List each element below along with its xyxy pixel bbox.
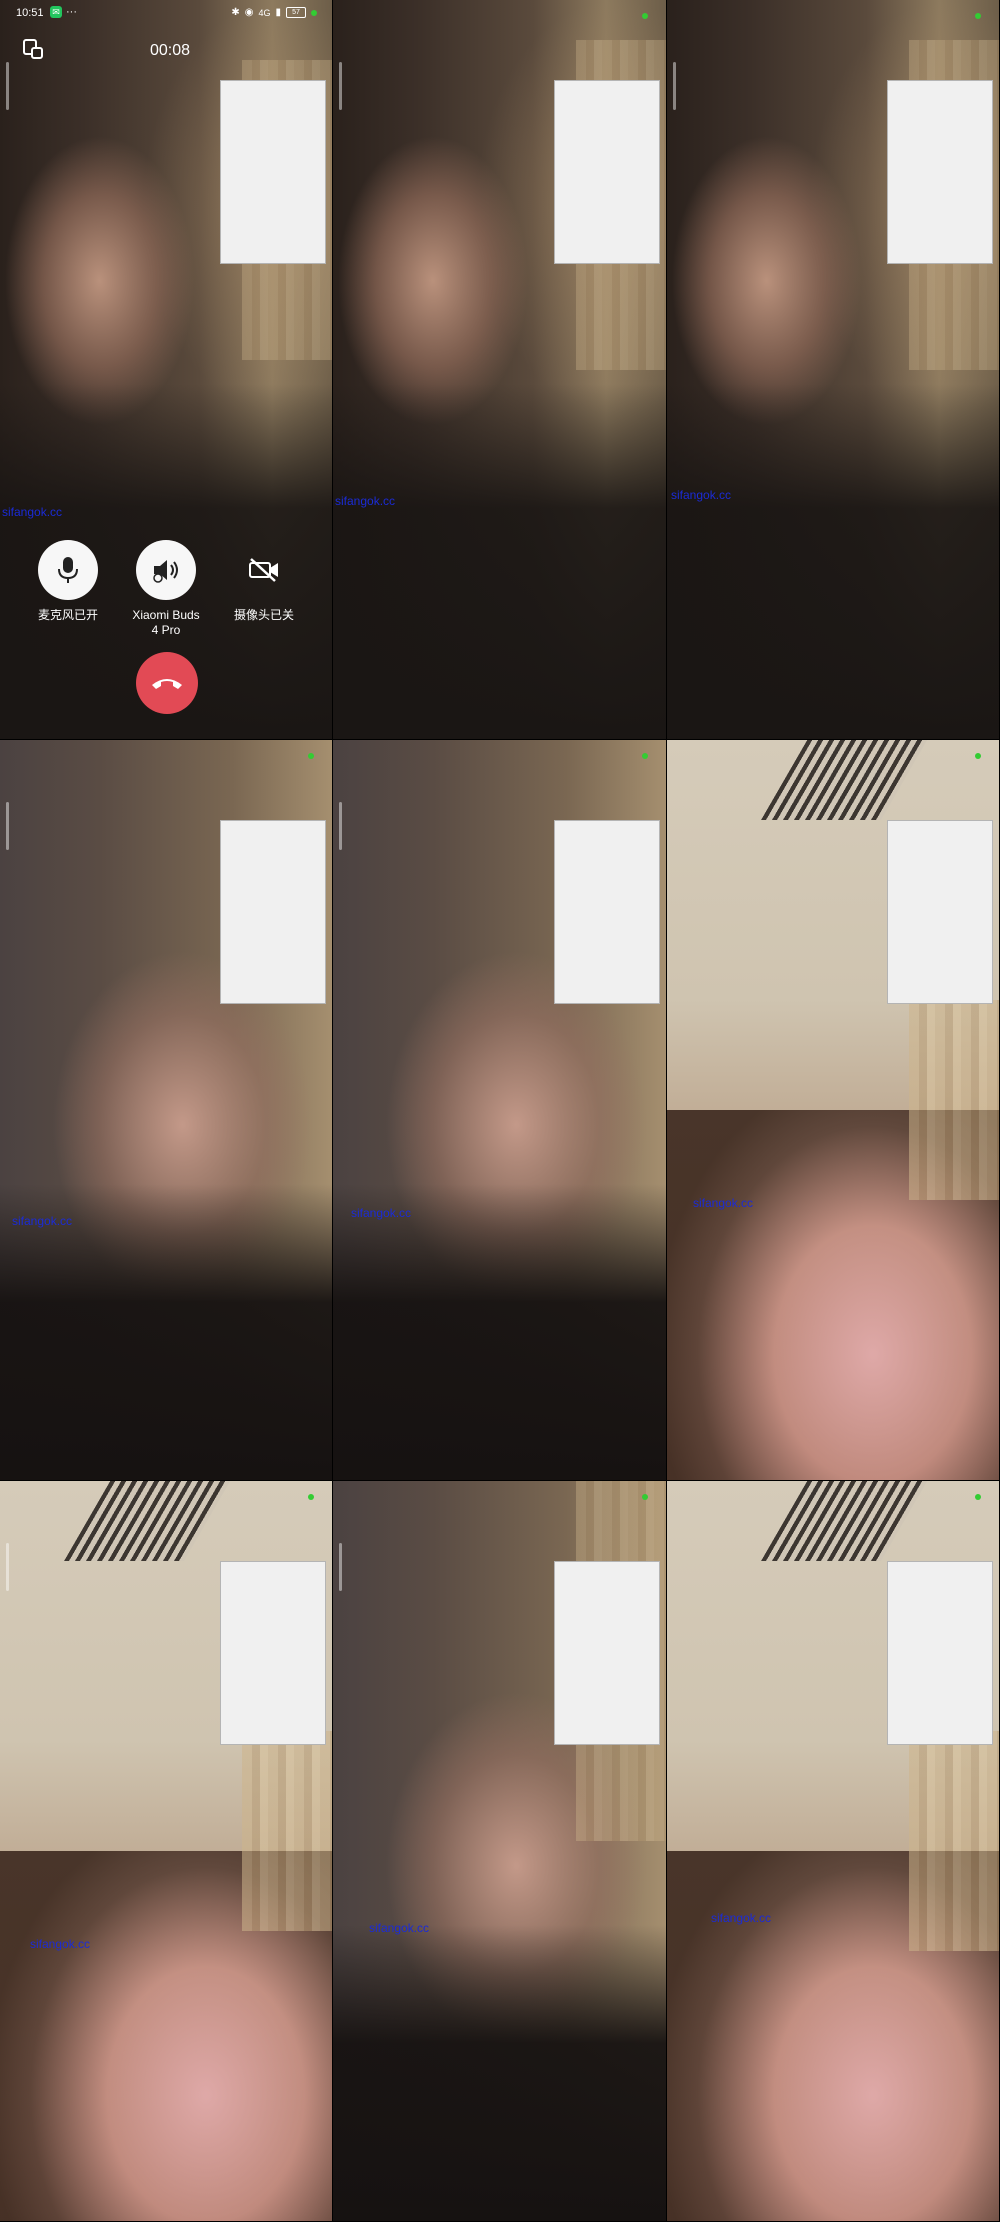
camera-button[interactable]	[234, 540, 294, 600]
curtain	[909, 1731, 999, 1951]
privacy-indicator-icon	[308, 753, 314, 759]
watermark: sifangok.cc	[335, 494, 396, 508]
mic-icon	[58, 557, 78, 583]
edge-handle[interactable]	[6, 1543, 9, 1591]
audio-label: Xiaomi Buds 4 Pro	[132, 608, 200, 637]
watermark: sifangok.cc	[12, 1214, 73, 1228]
mic-label: 麦克风已开	[37, 608, 98, 622]
audio-control: Xiaomi Buds 4 Pro	[116, 540, 216, 638]
privacy-indicator-icon	[975, 13, 981, 19]
privacy-indicator-icon	[642, 1494, 648, 1500]
network-type: 4G	[258, 7, 271, 18]
status-app-icons: ✉ ···	[50, 6, 77, 18]
call-timer: 00:08	[150, 42, 191, 59]
status-right: ✱ ◉ 4G ▮ 57	[231, 7, 317, 18]
camera-off-icon	[249, 558, 278, 582]
privacy-indicator-icon	[975, 1494, 981, 1500]
self-view-preview[interactable]	[220, 1561, 326, 1745]
curtain	[242, 1731, 332, 1931]
wechat-icon: ✉	[50, 6, 62, 18]
audio-output-button[interactable]	[136, 540, 196, 600]
frame-tile-4: sifangok.cc	[0, 740, 333, 1481]
frame-grid: 10:51 ✉ ··· ✱ ◉ 4G ▮ 57 00:08 sifangok.c	[0, 0, 1000, 2222]
watermark: sifangok.cc	[351, 1206, 412, 1220]
status-bar: 10:51 ✉ ··· ✱ ◉ 4G ▮ 57	[0, 0, 332, 26]
float-window-icon[interactable]	[22, 38, 44, 60]
frame-tile-8: sifangok.cc	[333, 1481, 667, 2222]
mic-button[interactable]	[38, 540, 98, 600]
self-view-preview[interactable]	[554, 820, 660, 1004]
hangup-button[interactable]	[136, 652, 198, 714]
frame-tile-5: sifangok.cc	[333, 740, 667, 1481]
self-view-preview[interactable]	[554, 1561, 660, 1745]
self-view-preview[interactable]	[220, 80, 326, 264]
signal-icon: ▮	[275, 7, 281, 18]
camera-label: 摄像头已关	[233, 608, 294, 622]
watermark: sifangok.cc	[30, 1937, 91, 1951]
frame-tile-2: sifangok.cc	[333, 0, 667, 740]
curtain	[909, 1000, 999, 1200]
battery-level: 57	[292, 9, 300, 16]
frame-tile-9: sifangok.cc	[667, 1481, 1000, 2222]
privacy-indicator-icon	[311, 9, 317, 16]
wifi-icon: ◉	[244, 7, 254, 18]
bluetooth-icon: ✱	[231, 7, 240, 18]
edge-handle[interactable]	[673, 62, 676, 110]
speaker-icon	[153, 560, 178, 583]
watermark: sifangok.cc	[693, 1196, 754, 1210]
frame-tile-6: sifangok.cc	[667, 740, 1000, 1481]
frame-tile-3: sifangok.cc	[667, 0, 1000, 740]
privacy-indicator-icon	[642, 753, 648, 759]
watermark: sifangok.cc	[2, 505, 63, 519]
self-view-preview[interactable]	[220, 820, 326, 1004]
edge-handle[interactable]	[339, 62, 342, 110]
self-view-preview[interactable]	[887, 80, 993, 264]
camera-control: 摄像头已关	[214, 540, 314, 623]
watermark: sifangok.cc	[369, 1921, 430, 1935]
frame-tile-1: 10:51 ✉ ··· ✱ ◉ 4G ▮ 57 00:08 sifangok.c	[0, 0, 333, 740]
privacy-indicator-icon	[642, 13, 648, 19]
self-view-preview[interactable]	[554, 80, 660, 264]
self-view-preview[interactable]	[887, 820, 993, 1004]
edge-handle[interactable]	[339, 1543, 342, 1591]
frame-tile-7: sifangok.cc	[0, 1481, 333, 2222]
privacy-indicator-icon	[975, 753, 981, 759]
self-view-preview[interactable]	[887, 1561, 993, 1745]
watermark: sifangok.cc	[711, 1911, 772, 1925]
edge-handle[interactable]	[6, 802, 9, 850]
hangup-icon	[152, 679, 182, 689]
call-controls: 麦克风已开 Xiaomi Buds 4 Pro 摄像头已关	[0, 540, 332, 637]
privacy-indicator-icon	[308, 1494, 314, 1500]
edge-handle[interactable]	[339, 802, 342, 850]
mic-control: 麦克风已开	[18, 540, 118, 623]
status-time: 10:51	[16, 7, 44, 19]
edge-handle[interactable]	[6, 62, 9, 110]
watermark: sifangok.cc	[671, 488, 732, 502]
more-notifications: ···	[66, 6, 77, 18]
battery-icon: 57	[286, 7, 306, 18]
